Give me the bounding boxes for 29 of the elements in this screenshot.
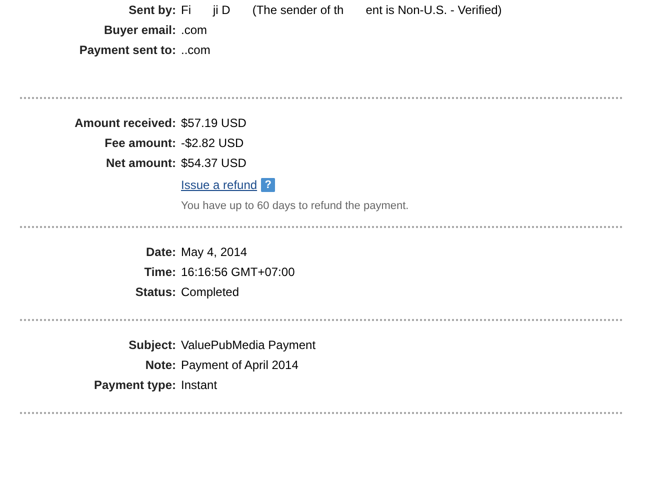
field-label: Note:	[144, 358, 176, 372]
field-label: Subject:	[128, 338, 176, 352]
refund-link[interactable]: Issue a refund	[181, 178, 258, 192]
field-value: ..com	[181, 43, 210, 57]
field-label: Sent by:	[128, 3, 176, 17]
field-label: Date:	[144, 245, 176, 259]
field-label: Payment type:	[92, 378, 176, 392]
field-value: ji D	[213, 3, 230, 17]
field-label: Payment sent to:	[78, 43, 176, 57]
field-label: Fee amount:	[104, 136, 176, 150]
field-label: Buyer email:	[102, 23, 176, 37]
field-value: $54.37 USD	[181, 156, 246, 170]
field-value: -$2.82 USD	[181, 136, 244, 150]
field-label: Time:	[143, 265, 176, 279]
field-value: 16:16:56 GMT+07:00	[181, 265, 295, 279]
field-value: ent is Non-U.S. - Verified)	[366, 3, 502, 17]
field-value: (The sender of th	[252, 3, 344, 17]
field-value: ValuePubMedia Payment	[181, 338, 316, 352]
field-label: Net amount:	[105, 156, 176, 170]
field-value: May 4, 2014	[181, 245, 248, 259]
field-value: .com	[181, 23, 208, 37]
field-value: Completed	[181, 285, 240, 299]
field-value: Fi	[181, 3, 191, 17]
refund-note: You have up to 60 days to refund the payment.	[181, 200, 410, 212]
field-value: Instant	[181, 378, 218, 392]
field-label: Status:	[134, 285, 176, 299]
field-value: Payment of April 2014	[181, 358, 298, 372]
field-value: $57.19 USD	[181, 116, 246, 130]
field-label: Amount received:	[74, 116, 176, 130]
